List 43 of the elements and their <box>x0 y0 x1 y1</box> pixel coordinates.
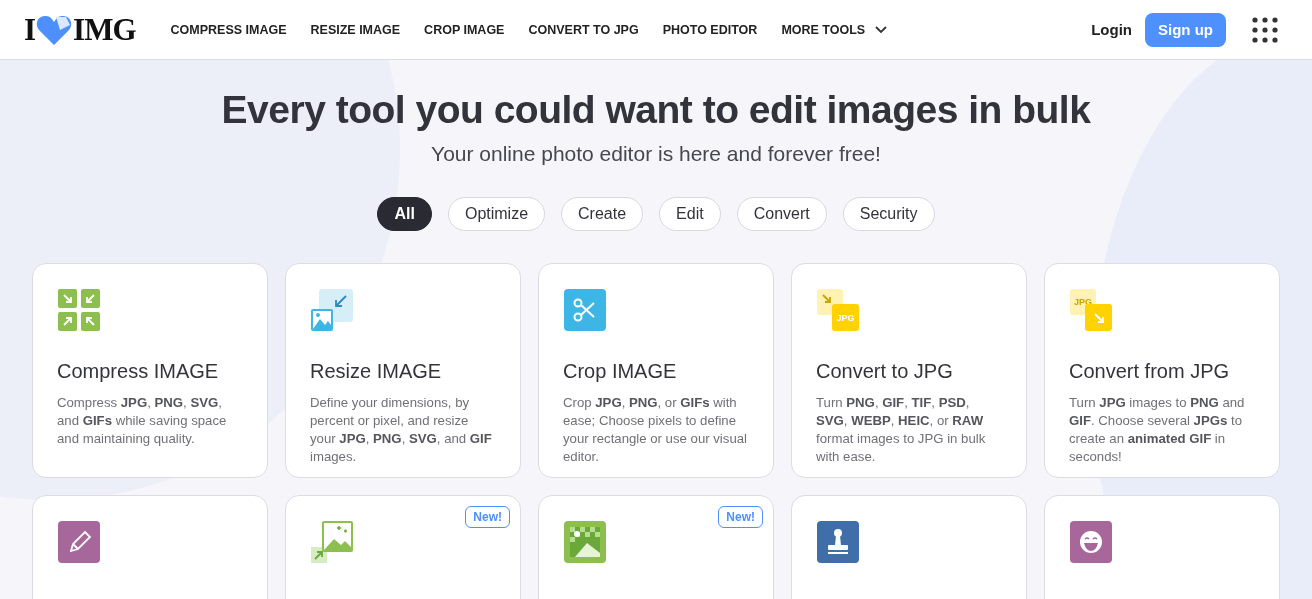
apps-grid-icon[interactable] <box>1252 16 1278 43</box>
page-subtitle: Your online photo editor is here and forever free! <box>430 142 882 166</box>
pencil-icon <box>57 520 101 564</box>
card-title: Crop IMAGE <box>563 360 678 383</box>
smiley-icon <box>1069 520 1113 564</box>
card-title: Resize IMAGE <box>310 360 443 383</box>
card-title: Convert to JPG <box>816 360 954 383</box>
more-tools-menu[interactable]: MORE TOOLS <box>781 22 888 37</box>
card-title: Convert from JPG <box>1069 360 1231 383</box>
page-heading: Every tool you could want to edit images in bulk <box>220 88 1092 132</box>
upscale-picture-icon <box>310 520 354 564</box>
compress-arrows-icon <box>57 288 101 332</box>
new-badge: New! <box>465 506 510 528</box>
heart-icon[interactable] <box>36 13 73 46</box>
nav-link[interactable]: PHOTO EDITOR <box>662 22 758 37</box>
tool-card[interactable]: Crop IMAGE Crop JPG, PNG, or GIFs with ease; Choose pixels to define your rectangle or use our visual editor. <box>538 263 774 478</box>
new-badge: New! <box>718 506 763 528</box>
checkered-picture-icon <box>563 520 607 564</box>
tool-card[interactable]: Compress IMAGE Compress JPG, PNG, SVG, and GIFs while saving space and maintaining quality. <box>32 263 268 478</box>
filter-tab[interactable]: Security <box>842 197 935 231</box>
tool-card[interactable]: JPG Convert to JPG Turn PNG, GIF, TIF, PSD, SVG, WEBP, HEIC, or RAW format images to JPG in bulk with ease. <box>791 263 1027 478</box>
filter-tab[interactable]: Create <box>561 197 644 231</box>
resize-picture-icon <box>310 288 354 332</box>
nav-link[interactable]: CROP IMAGE <box>424 22 505 37</box>
stamp-icon <box>816 520 860 564</box>
card-description: Turn PNG, GIF, TIF, PSD, SVG, WEBP, HEIC, or RAW format images to JPG in bulk with ease. <box>816 394 987 466</box>
logo-text[interactable]: IMG <box>73 11 136 48</box>
filter-tab[interactable]: Optimize <box>447 197 546 231</box>
card-description: Turn JPG images to PNG and GIF. Choose several JPGs to create an animated GIF in seconds! <box>1069 394 1246 466</box>
nav-link[interactable]: CONVERT TO JPG <box>528 22 639 37</box>
nav-link[interactable]: COMPRESS IMAGE <box>170 22 287 37</box>
card-description: Define your dimensions, by percent or pixel, and resize your JPG, PNG, SVG, and GIF images. <box>310 394 493 466</box>
card-title: Compress IMAGE <box>57 360 220 383</box>
nav-link[interactable]: RESIZE IMAGE <box>310 22 401 37</box>
filter-tab[interactable]: Edit <box>659 197 721 231</box>
filter-tab[interactable]: Convert <box>736 197 827 231</box>
scissors-icon <box>563 288 607 332</box>
card-description: Crop JPG, PNG, or GIFs with ease; Choose pixels to define your rectangle or use our visual editor. <box>563 394 748 466</box>
login-link[interactable]: Login <box>1091 21 1132 38</box>
filter-tab[interactable]: All <box>377 197 432 231</box>
card-description: Compress JPG, PNG, SVG, and GIFs while saving space and maintaining quality. <box>57 394 228 448</box>
logo-text[interactable]: I <box>24 11 36 48</box>
tool-card[interactable]: Resize IMAGE Define your dimensions, by percent or pixel, and resize your JPG, PNG, SVG, and GIF images. <box>285 263 521 478</box>
